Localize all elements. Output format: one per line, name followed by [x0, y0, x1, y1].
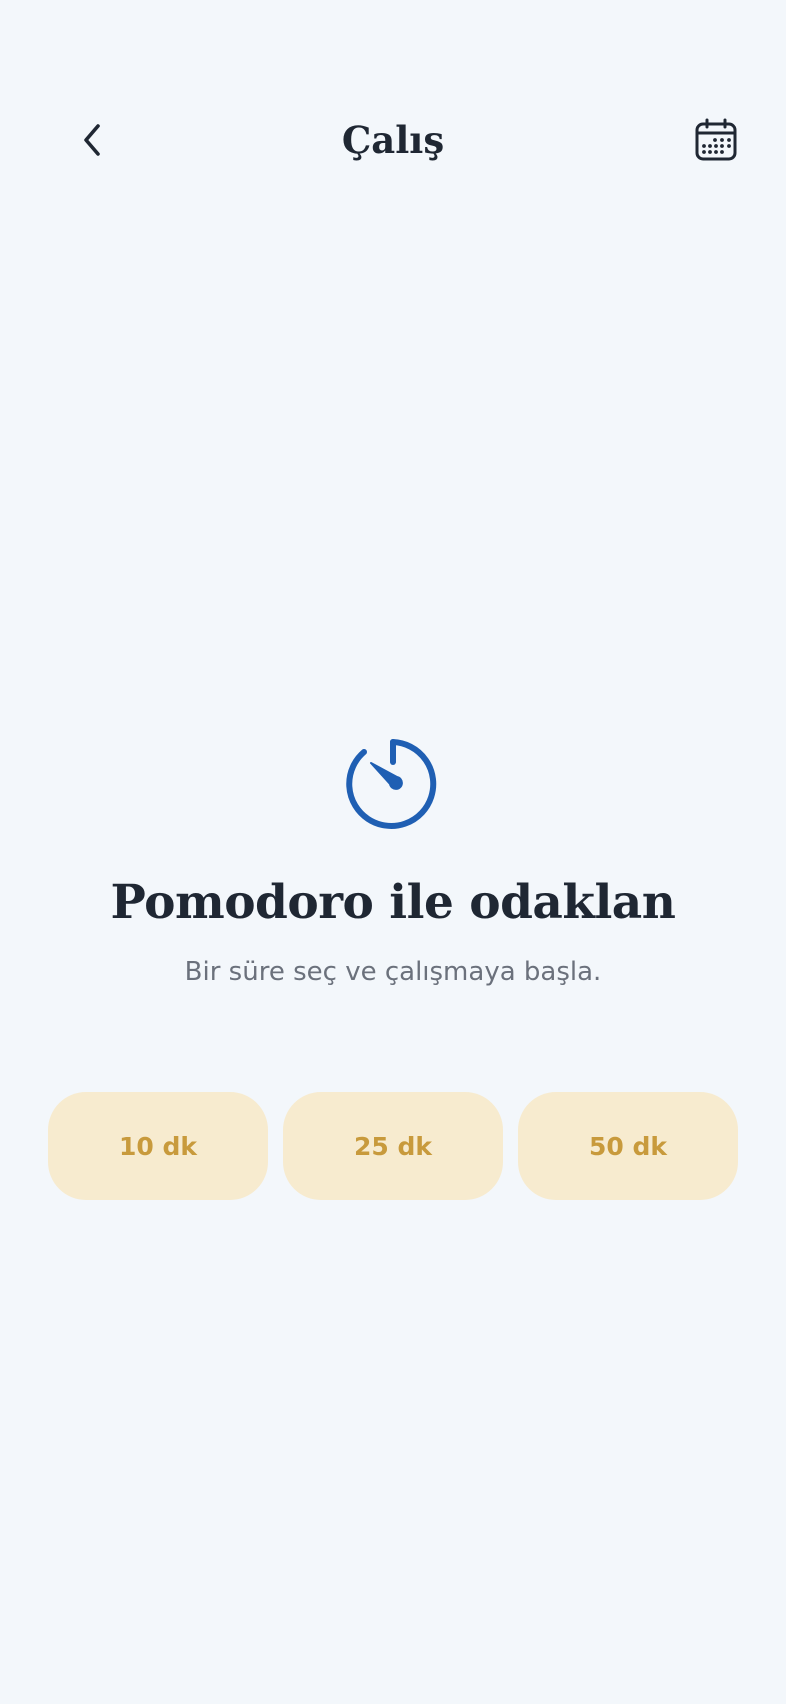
duration-25-button[interactable]: 25 dk: [283, 1092, 503, 1200]
page-title: Çalış: [341, 118, 445, 162]
duration-10-button[interactable]: 10 dk: [48, 1092, 268, 1200]
hero-title: Pomodoro ile odaklan: [110, 875, 676, 930]
duration-options: 10 dk 25 dk 50 dk: [48, 1092, 738, 1200]
duration-50-button[interactable]: 50 dk: [518, 1092, 738, 1200]
calendar-icon: [695, 118, 737, 161]
empty-state: Pomodoro ile odaklan Bir süre seç ve çal…: [0, 733, 786, 989]
calendar-button[interactable]: [686, 114, 746, 166]
hero-subtitle: Bir süre seç ve çalışmaya başla.: [184, 957, 602, 987]
top-bar: Çalış: [0, 100, 786, 180]
timer-icon: [346, 739, 437, 829]
